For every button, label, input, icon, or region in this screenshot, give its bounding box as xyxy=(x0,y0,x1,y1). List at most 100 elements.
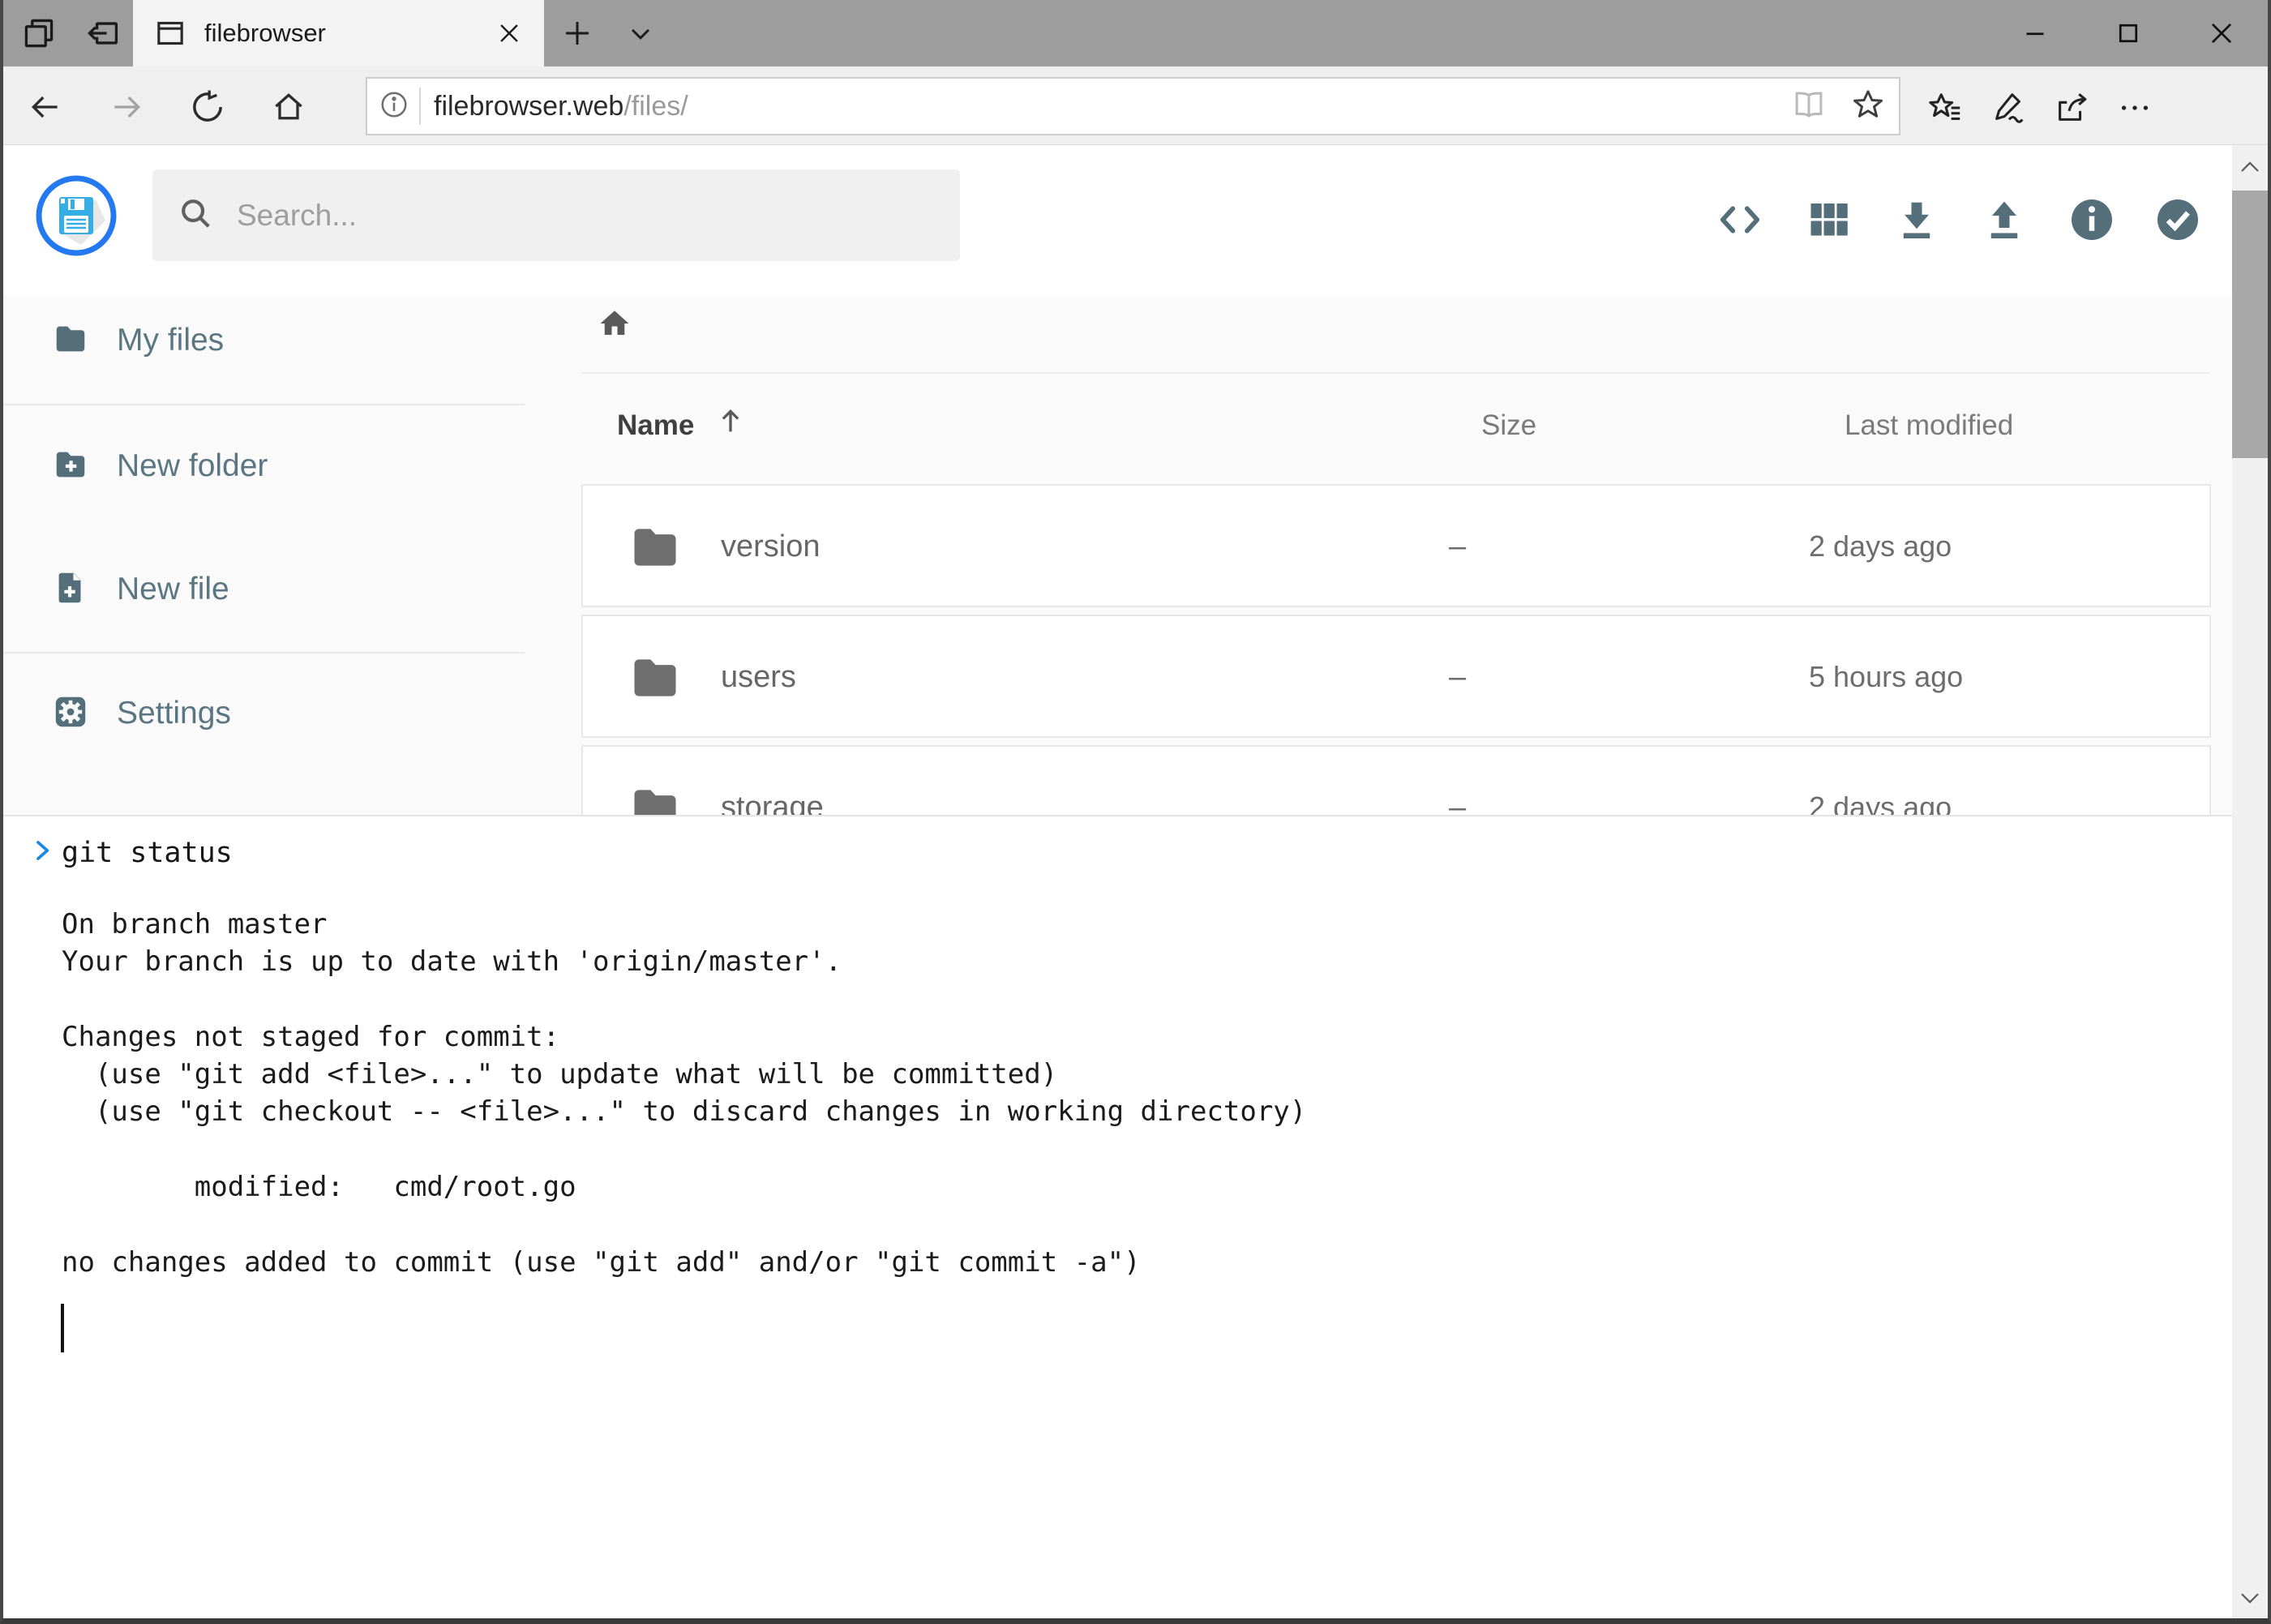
home-breadcrumb-icon xyxy=(598,306,632,341)
sidebar-item-label: New folder xyxy=(117,448,268,484)
hub-star-icon xyxy=(1926,89,1964,126)
check-circle-icon xyxy=(2153,195,2202,244)
pen-icon xyxy=(1990,89,2027,126)
back-button[interactable] xyxy=(28,89,63,125)
file-modified: 2 days ago xyxy=(1809,529,1952,563)
sidebar-item-label: My files xyxy=(117,323,224,358)
info-icon xyxy=(2067,195,2116,244)
tab-favicon-icon xyxy=(154,17,186,49)
raw-code-button[interactable] xyxy=(1716,195,1764,244)
breadcrumb-divider xyxy=(581,372,2209,374)
maximize-icon xyxy=(2114,19,2143,48)
sidebar-item-my-files[interactable]: My files xyxy=(3,303,525,378)
new-tab-button[interactable] xyxy=(555,0,600,66)
sidebar-divider xyxy=(3,652,525,653)
file-row-version[interactable]: version – 2 days ago xyxy=(581,484,2211,607)
tab-title: filebrowser xyxy=(204,19,495,48)
column-header-size[interactable]: Size xyxy=(1481,409,1536,442)
page-scrollbar[interactable] xyxy=(2232,145,2268,1618)
scroll-down-icon[interactable] xyxy=(2238,1588,2262,1609)
code-icon xyxy=(1716,195,1764,244)
prompt-chevron-icon xyxy=(30,838,54,863)
column-header-modified[interactable]: Last modified xyxy=(1845,409,2013,442)
add-favorite-star-icon[interactable] xyxy=(1850,87,1886,126)
more-dots-icon xyxy=(2116,89,2153,126)
file-size: – xyxy=(1449,660,1466,695)
refresh-icon xyxy=(190,89,225,125)
folder-plus-icon xyxy=(52,446,89,487)
home-button[interactable] xyxy=(271,89,306,125)
sort-ascending-icon[interactable] xyxy=(714,405,747,437)
window-controls xyxy=(1988,0,2268,66)
share-icon xyxy=(2053,89,2090,126)
download-icon xyxy=(1892,195,1941,244)
file-name: users xyxy=(721,660,796,695)
tab-close-icon[interactable] xyxy=(495,19,523,47)
share-button[interactable] xyxy=(2053,89,2089,125)
listing-header: Name Size Last modified xyxy=(581,409,2209,445)
file-plus-icon xyxy=(52,569,89,611)
file-name: version xyxy=(721,529,821,564)
upload-icon xyxy=(1980,195,2029,244)
scrollbar-thumb[interactable] xyxy=(2232,191,2268,458)
web-notes-button[interactable] xyxy=(1990,89,2025,125)
reading-view-icon[interactable] xyxy=(1792,88,1826,126)
settings-more-button[interactable] xyxy=(2116,89,2152,125)
plus-icon xyxy=(560,16,594,50)
sidebar-item-settings[interactable]: Settings xyxy=(3,676,525,751)
maximize-button[interactable] xyxy=(2081,0,2175,66)
set-tabs-aside-button[interactable] xyxy=(79,0,125,66)
address-bar[interactable]: filebrowser.web /files/ xyxy=(366,77,1900,135)
file-modified: 5 hours ago xyxy=(1809,660,1963,694)
sidebar-item-label: New file xyxy=(117,572,229,607)
file-row-users[interactable]: users – 5 hours ago xyxy=(581,615,2211,738)
grid-view-icon xyxy=(1805,195,1853,244)
sidebar-divider xyxy=(3,404,525,405)
address-separator xyxy=(419,88,421,125)
breadcrumb-home-button[interactable] xyxy=(598,306,632,341)
upload-button[interactable] xyxy=(1980,195,2029,244)
close-window-button[interactable] xyxy=(2175,0,2268,66)
back-icon xyxy=(28,89,63,125)
refresh-button[interactable] xyxy=(190,89,225,125)
forward-button[interactable] xyxy=(109,89,144,125)
file-size: – xyxy=(1449,529,1466,564)
terminal-output: On branch master Your branch is up to da… xyxy=(62,906,1306,1281)
terminal-panel[interactable]: git status On branch master Your branch … xyxy=(3,815,2239,1618)
tab-strip: filebrowser xyxy=(3,0,2268,66)
set-tabs-aside-icon xyxy=(84,15,120,51)
search-input[interactable] xyxy=(237,199,936,233)
minimize-icon xyxy=(2020,19,2050,48)
switch-view-button[interactable] xyxy=(1805,195,1853,244)
filebrowser-logo[interactable] xyxy=(34,174,118,258)
site-info-icon[interactable] xyxy=(379,89,409,124)
minimize-button[interactable] xyxy=(1988,0,2081,66)
tab-preview-button[interactable] xyxy=(16,0,62,66)
url-host: filebrowser.web xyxy=(434,91,623,122)
folder-icon xyxy=(628,650,683,705)
chevron-down-icon xyxy=(624,17,657,49)
info-button[interactable] xyxy=(2067,195,2116,244)
select-multiple-button[interactable] xyxy=(2153,195,2202,244)
download-button[interactable] xyxy=(1892,195,1941,244)
terminal-command: git status xyxy=(62,834,233,872)
url-path: /files/ xyxy=(623,91,688,122)
sidebar-item-new-folder[interactable]: New folder xyxy=(3,429,525,503)
folder-icon xyxy=(628,520,683,575)
browser-tab-filebrowser[interactable]: filebrowser xyxy=(133,0,544,66)
search-icon xyxy=(177,195,214,236)
terminal-cursor xyxy=(61,1304,64,1352)
search-box[interactable] xyxy=(152,169,960,261)
settings-gear-icon xyxy=(52,693,89,735)
scroll-up-icon[interactable] xyxy=(2238,156,2262,178)
favorites-hub-button[interactable] xyxy=(1926,89,1962,125)
browser-toolbar: filebrowser.web /files/ xyxy=(3,66,2268,145)
browser-window: filebrowser xyxy=(0,0,2271,1624)
forward-icon xyxy=(109,89,144,125)
close-icon xyxy=(2206,18,2237,49)
sidebar-item-new-file[interactable]: New file xyxy=(3,552,525,627)
home-icon xyxy=(271,89,306,125)
folder-icon xyxy=(52,320,89,362)
column-header-name[interactable]: Name xyxy=(617,409,694,442)
tab-list-dropdown-button[interactable] xyxy=(618,0,663,66)
